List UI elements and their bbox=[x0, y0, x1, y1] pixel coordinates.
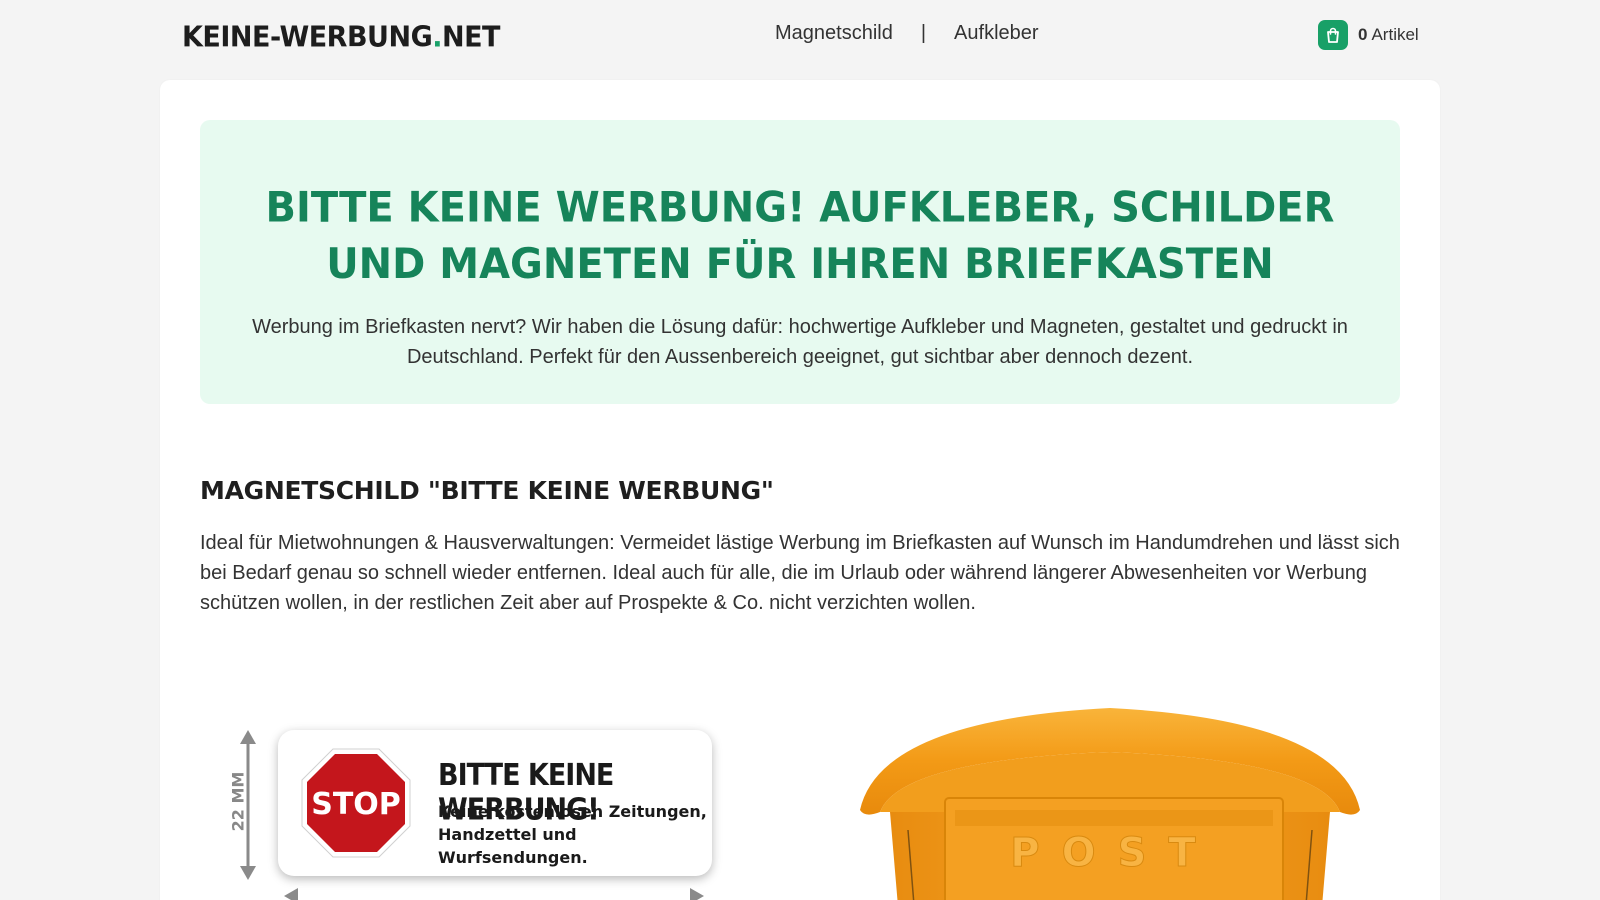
stop-text: STOP bbox=[311, 787, 401, 822]
hero-text: Werbung im Briefkasten nervt? Wir haben … bbox=[252, 316, 1348, 368]
cart-count: 0 bbox=[1358, 25, 1368, 44]
mailbox-image: POST bbox=[860, 708, 1360, 900]
hero-title: Bitte keine Werbung! Aufkleber, Schilder… bbox=[265, 183, 1335, 289]
magnet-sign-image: STOP BITTE KEINE WERBUNG! Keine kostenlo… bbox=[278, 730, 712, 876]
product-title: Magnetschild "Bitte keine Werbung" bbox=[200, 476, 774, 505]
nav-link-aufkleber[interactable]: Aufkleber bbox=[954, 22, 1039, 45]
shopping-bag-icon bbox=[1318, 20, 1348, 50]
stop-sign-icon: STOP bbox=[301, 748, 411, 858]
width-dimension-arrow bbox=[284, 888, 704, 900]
product-description: Ideal für Mietwohnungen & Hausverwaltung… bbox=[200, 532, 1400, 614]
logo-dot: . bbox=[432, 21, 442, 54]
nav-separator: | bbox=[920, 22, 927, 44]
hero-banner: Bitte keine Werbung! Aufkleber, Schilder… bbox=[200, 120, 1400, 404]
main-content: Bitte keine Werbung! Aufkleber, Schilder… bbox=[160, 80, 1440, 900]
mailbox-post-text: POST bbox=[1010, 830, 1217, 876]
logo-tld: NET bbox=[442, 21, 500, 54]
sign-subtitle: Keine kostenlosen Zeitungen, Handzettel … bbox=[438, 802, 707, 867]
height-dimension-label: 22 MM bbox=[228, 771, 248, 832]
nav-link-magnetschild[interactable]: Magnetschild bbox=[775, 22, 893, 45]
logo-text: KEINE-WERBUNG bbox=[182, 21, 433, 54]
site-logo[interactable]: KEINE-WERBUNG.NET bbox=[182, 21, 500, 54]
cart-button[interactable]: 0 Artikel bbox=[1318, 20, 1419, 50]
cart-label: Artikel bbox=[1371, 25, 1419, 44]
main-nav: Magnetschild | Aufkleber bbox=[775, 22, 1039, 45]
